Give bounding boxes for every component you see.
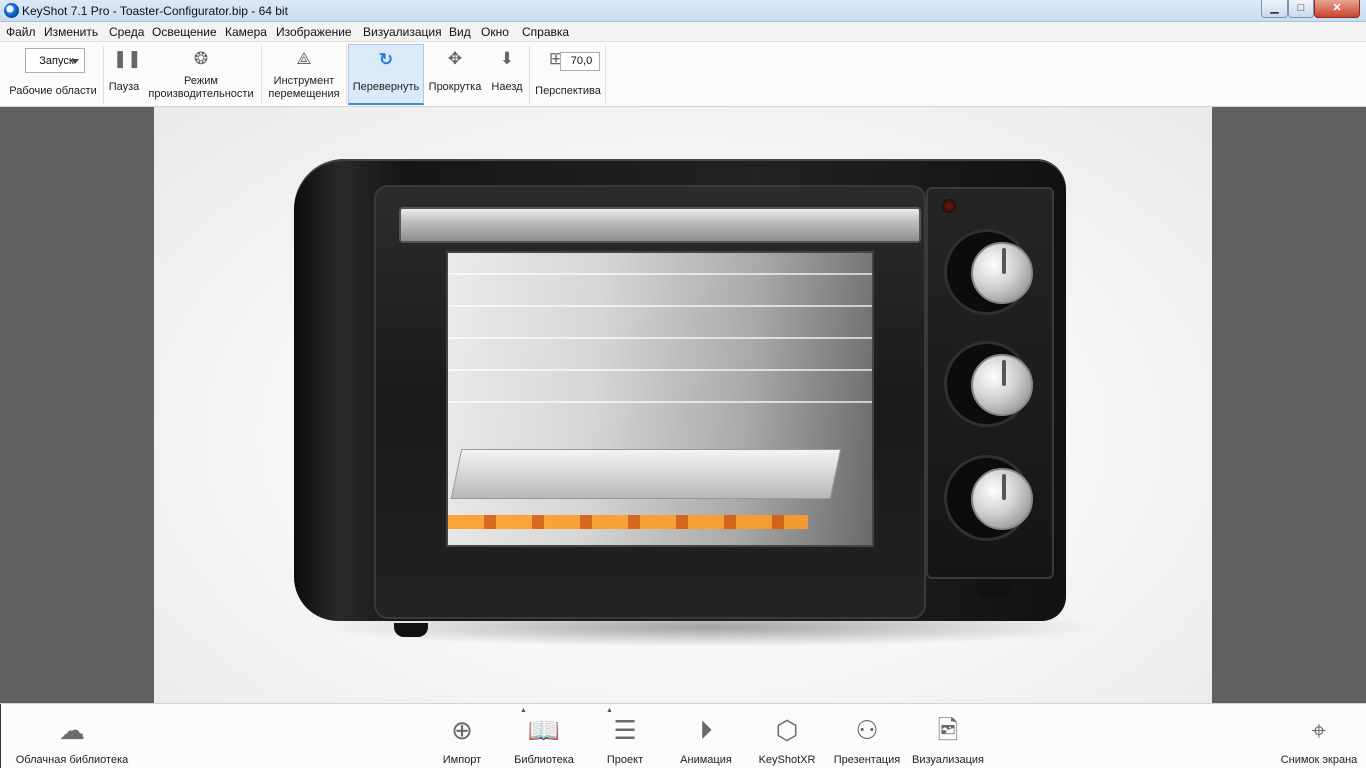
library-button[interactable]: ▲ 📖 Библиотека [508,707,580,768]
workspaces-label: Рабочие области [9,85,97,97]
menu-environment[interactable]: Среда [109,25,144,39]
title-bar: KeyShot 7.1 Pro - Toaster-Configurator.b… [0,0,1366,22]
menu-help[interactable]: Справка [522,25,569,39]
close-button[interactable]: ✕ [1314,0,1360,18]
move-tool-button[interactable]: ⟁ Инструмент перемещения [263,44,345,105]
screenshot-button[interactable]: ⌖ Снимок экрана [1278,708,1360,768]
move-tool-label-line1: Инструмент [273,75,335,87]
keyshot-logo-icon [4,3,19,18]
oven-tray [450,449,842,499]
pan-icon: ✥ [447,49,463,68]
menu-lighting[interactable]: Освещение [152,25,217,39]
animation-button[interactable]: ⏵ Анимация [676,708,736,768]
ribbon-divider [529,46,530,104]
menu-edit[interactable]: Изменить [44,25,98,39]
screenshot-label: Снимок экрана [1280,754,1358,766]
oven-handle [399,207,921,243]
performance-mode-button[interactable]: ❂ Режим производительности [145,44,257,105]
cloud-library-label: Облачная библиотека [15,754,129,766]
minimize-button[interactable]: ▁ [1261,0,1288,18]
pan-button[interactable]: ✥ Прокрутка [425,44,485,105]
project-icon: ☰ [613,715,637,745]
render-icon: 🖻 [937,715,959,745]
menu-file[interactable]: Файл [6,25,36,39]
presentation-icon: ⚇ [855,715,879,745]
function-knob [944,229,1033,315]
performance-label-line1: Режим [184,75,218,87]
temperature-knob [944,341,1033,427]
tumble-label: Перевернуть [352,81,420,93]
menu-window[interactable]: Окно [481,25,509,39]
left-edge [0,704,1,768]
ribbon-divider [346,46,347,104]
perspective-group: ⊞ 70,0 Перспектива [531,44,605,105]
tumble-button[interactable]: ↻ Перевернуть [348,44,424,105]
heating-element [448,515,808,529]
move-tool-icon: ⟁ [296,49,312,68]
menu-view[interactable]: Вид [449,25,471,39]
keyshotxr-icon: ⬡ [775,715,799,745]
dolly-label: Наезд [491,81,523,93]
workspaces-group: Запуск Рабочие области [4,44,102,105]
render-button[interactable]: 🖻 Визуализация [910,708,986,768]
dolly-button[interactable]: ⬇ Наезд [487,44,527,105]
pause-button[interactable]: ❚❚ Пауза [105,44,143,105]
menu-render[interactable]: Визуализация [363,25,442,39]
oven-foot [976,583,1010,597]
render-label: Визуализация [911,754,985,766]
library-icon: 📖 [527,715,561,745]
oven-window [446,251,874,547]
workspace-select[interactable]: Запуск [25,48,85,73]
animation-label: Анимация [680,754,732,766]
screenshot-icon: ⌖ [1311,715,1327,745]
cloud-library-button[interactable]: ☁ Облачная библиотека [10,708,134,768]
pan-label: Прокрутка [428,81,482,93]
render-image[interactable] [154,107,1212,703]
project-button[interactable]: ▲ ☰ Проект [600,707,650,768]
import-label: Импорт [442,754,482,766]
animation-icon: ⏵ [699,715,713,745]
library-label: Библиотека [514,754,574,766]
menu-bar: Файл Изменить Среда Освещение Камера Изо… [0,22,1366,42]
keyshotxr-label: KeyShotXR [758,754,816,766]
pause-icon: ❚❚ [113,49,142,68]
keyshotxr-button[interactable]: ⬡ KeyShotXR [754,708,820,768]
oven-foot [394,623,428,637]
ribbon-toolbar: Запуск Рабочие области ❚❚ Пауза ❂ Режим … [0,42,1366,107]
window-title: KeyShot 7.1 Pro - Toaster-Configurator.b… [22,4,288,18]
perspective-input[interactable]: 70,0 [560,52,600,71]
ribbon-divider [605,46,606,104]
perspective-label: Перспектива [535,85,601,97]
render-viewport[interactable] [0,107,1366,703]
maximize-button[interactable]: □ [1288,0,1314,18]
ribbon-divider [261,46,262,104]
project-label: Проект [606,754,644,766]
chevron-down-icon [71,59,79,64]
menu-image[interactable]: Изображение [276,25,352,39]
move-tool-label-line2: перемещения [268,88,340,100]
tumble-icon: ↻ [378,50,394,69]
dolly-icon: ⬇ [499,49,515,68]
timer-knob [944,455,1033,541]
workspace-select-value: Запуск [39,55,74,67]
pause-label: Пауза [108,81,140,93]
presentation-button[interactable]: ⚇ Презентация [830,708,904,768]
bottom-toolbar: ☁ Облачная библиотека ⊕ Импорт ▲ 📖 Библи… [0,703,1366,768]
import-icon: ⊕ [451,715,473,745]
cloud-library-icon: ☁ [59,715,85,745]
ribbon-divider [103,46,104,104]
performance-label-line2: производительности [148,88,254,100]
presentation-label: Презентация [833,754,901,766]
indicator-led [942,199,956,213]
import-button[interactable]: ⊕ Импорт [436,708,488,768]
performance-icon: ❂ [193,49,209,68]
menu-camera[interactable]: Камера [225,25,267,39]
